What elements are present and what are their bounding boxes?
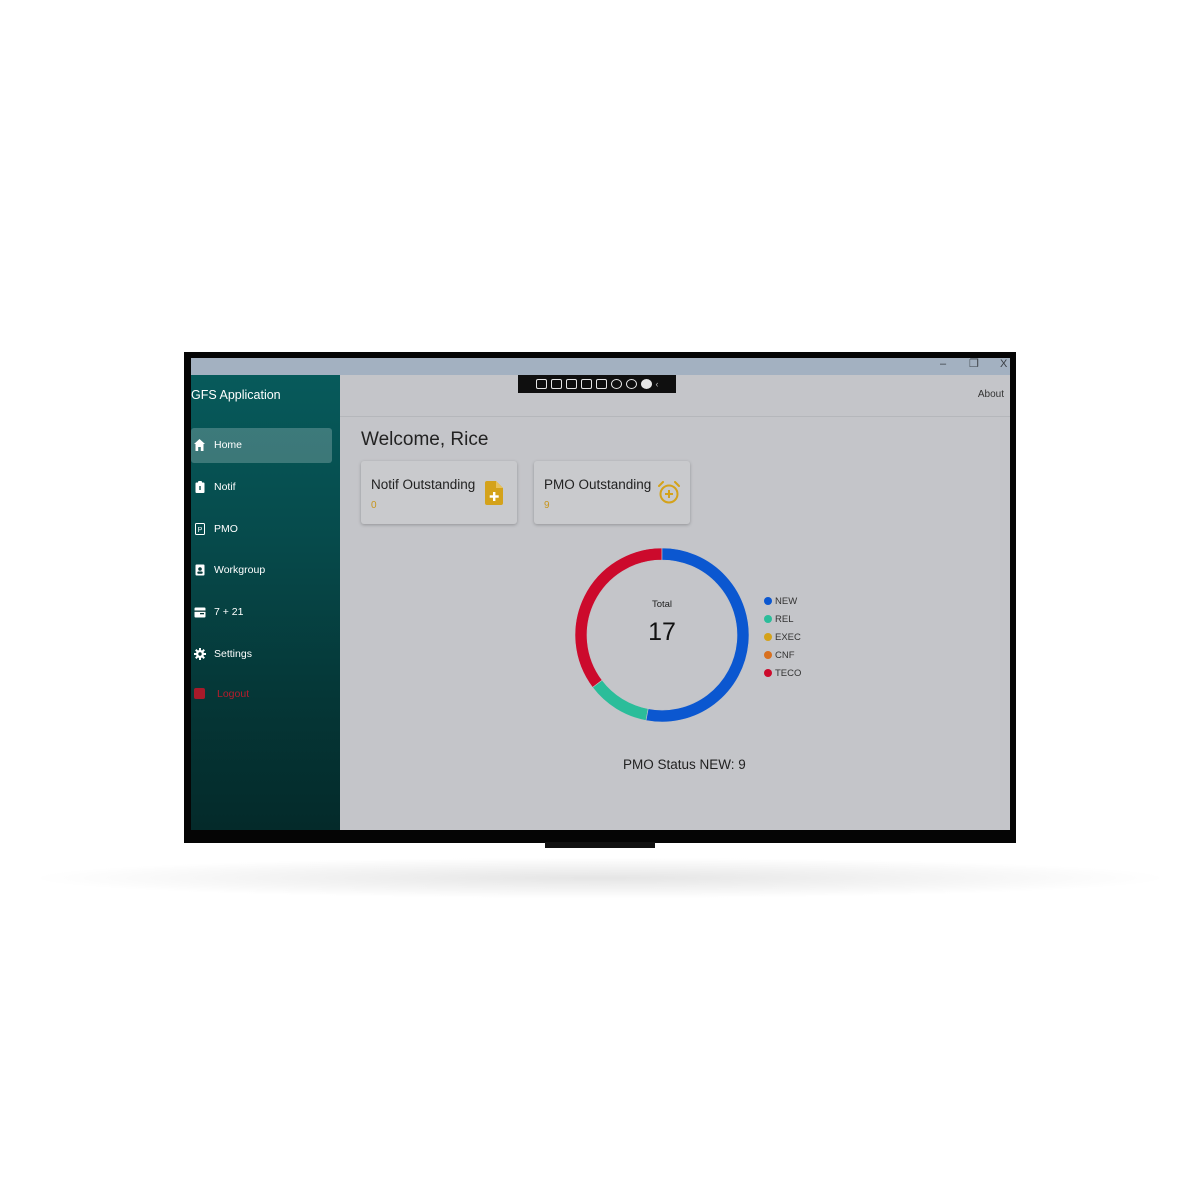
legend-label: NEW bbox=[775, 595, 798, 607]
card-value: 0 bbox=[371, 500, 377, 511]
minimize-button[interactable]: – bbox=[940, 358, 946, 371]
top-app-bar: ‹ About bbox=[340, 375, 1010, 417]
legend-label: CNF bbox=[775, 649, 795, 661]
sidebar-item-label: Home bbox=[214, 439, 243, 451]
accessibility-icon[interactable] bbox=[610, 379, 622, 389]
screen-capture-toolbar: ‹ bbox=[518, 375, 676, 393]
legend-label: EXEC bbox=[775, 631, 801, 643]
card-value: 9 bbox=[544, 500, 550, 511]
alarm-add-icon bbox=[658, 481, 680, 507]
chart-center-value: 17 bbox=[648, 618, 676, 646]
legend-item-cnf[interactable]: CNF bbox=[764, 646, 801, 664]
pmo-status-chart: Total 17 bbox=[574, 537, 754, 737]
sidebar-item-label: 7 + 21 bbox=[214, 606, 244, 618]
chart-center-label: Total bbox=[652, 599, 672, 610]
about-link[interactable]: About bbox=[978, 389, 1004, 400]
card-title: PMO Outstanding bbox=[544, 477, 652, 492]
logout-label: Logout bbox=[217, 688, 250, 700]
sidebar-item-notif[interactable]: Notif bbox=[191, 470, 332, 505]
legend-dot bbox=[764, 669, 772, 677]
donut-chart: Total 17 bbox=[574, 547, 750, 723]
legend-dot bbox=[764, 651, 772, 659]
sidebar-item-workgroup[interactable]: Workgroup bbox=[191, 553, 332, 588]
calendar-icon bbox=[194, 606, 206, 619]
monitor-stand bbox=[545, 842, 655, 848]
legend-item-exec[interactable]: EXEC bbox=[764, 628, 801, 646]
pmo-status-text: PMO Status NEW: 9 bbox=[623, 757, 746, 772]
logout-icon bbox=[194, 688, 205, 701]
monitor-shadow bbox=[40, 858, 1160, 898]
video-icon[interactable] bbox=[550, 379, 562, 389]
sidebar-item-label: Settings bbox=[214, 648, 252, 660]
svg-text:P: P bbox=[197, 527, 202, 534]
sidebar-item-label: Workgroup bbox=[214, 564, 266, 576]
home-icon bbox=[194, 439, 205, 452]
file-add-icon bbox=[485, 481, 507, 507]
card-title: Notif Outstanding bbox=[371, 477, 476, 492]
legend-dot bbox=[764, 597, 772, 605]
legend-label: TECO bbox=[775, 667, 802, 679]
sidebar-item-label: Notif bbox=[214, 481, 236, 493]
gear-icon bbox=[194, 648, 206, 661]
legend-dot bbox=[764, 633, 772, 641]
donut-slice-rel[interactable] bbox=[592, 679, 649, 721]
legend-item-teco[interactable]: TECO bbox=[764, 664, 801, 682]
legend-item-rel[interactable]: REL bbox=[764, 610, 801, 628]
sidebar-item-7-21[interactable]: 7 + 21 bbox=[191, 595, 332, 630]
sidebar-item-pmo[interactable]: P PMO bbox=[191, 512, 332, 547]
chart-legend: NEW REL EXEC CNF TECO bbox=[764, 592, 801, 682]
region-icon[interactable] bbox=[580, 379, 592, 389]
badge-icon bbox=[194, 564, 205, 577]
restore-button[interactable]: ❐ bbox=[969, 358, 979, 371]
sidebar: GFS Application Home Notif P PMO Workgro… bbox=[191, 375, 340, 830]
person-icon[interactable] bbox=[625, 379, 637, 389]
screen-icon[interactable] bbox=[595, 379, 607, 389]
legend-item-new[interactable]: NEW bbox=[764, 592, 801, 610]
sidebar-item-label: PMO bbox=[214, 523, 238, 535]
sidebar-item-settings[interactable]: Settings bbox=[191, 637, 332, 672]
pointer-icon[interactable] bbox=[565, 379, 577, 389]
legend-dot bbox=[764, 615, 772, 623]
check-icon[interactable] bbox=[640, 379, 652, 389]
window-titlebar: – ❐ X bbox=[191, 358, 1010, 375]
clipboard-icon bbox=[194, 481, 205, 494]
logout-button[interactable]: Logout bbox=[191, 677, 332, 712]
page-title: Welcome, Rice bbox=[361, 429, 489, 450]
capture-icon[interactable] bbox=[535, 379, 547, 389]
legend-label: REL bbox=[775, 613, 794, 625]
main-content: ‹ About Welcome, Rice Notif Outstanding … bbox=[340, 375, 1010, 830]
chevron-left-icon[interactable]: ‹ bbox=[656, 379, 659, 389]
app-window: – ❐ X GFS Application Home Notif P PMO W… bbox=[191, 358, 1010, 830]
pmo-outstanding-card[interactable]: PMO Outstanding 9 bbox=[534, 461, 690, 524]
pmo-icon: P bbox=[194, 523, 205, 536]
close-button[interactable]: X bbox=[1000, 358, 1007, 371]
sidebar-item-home[interactable]: Home bbox=[191, 428, 332, 463]
app-title: GFS Application bbox=[191, 388, 281, 402]
notif-outstanding-card[interactable]: Notif Outstanding 0 bbox=[361, 461, 517, 524]
